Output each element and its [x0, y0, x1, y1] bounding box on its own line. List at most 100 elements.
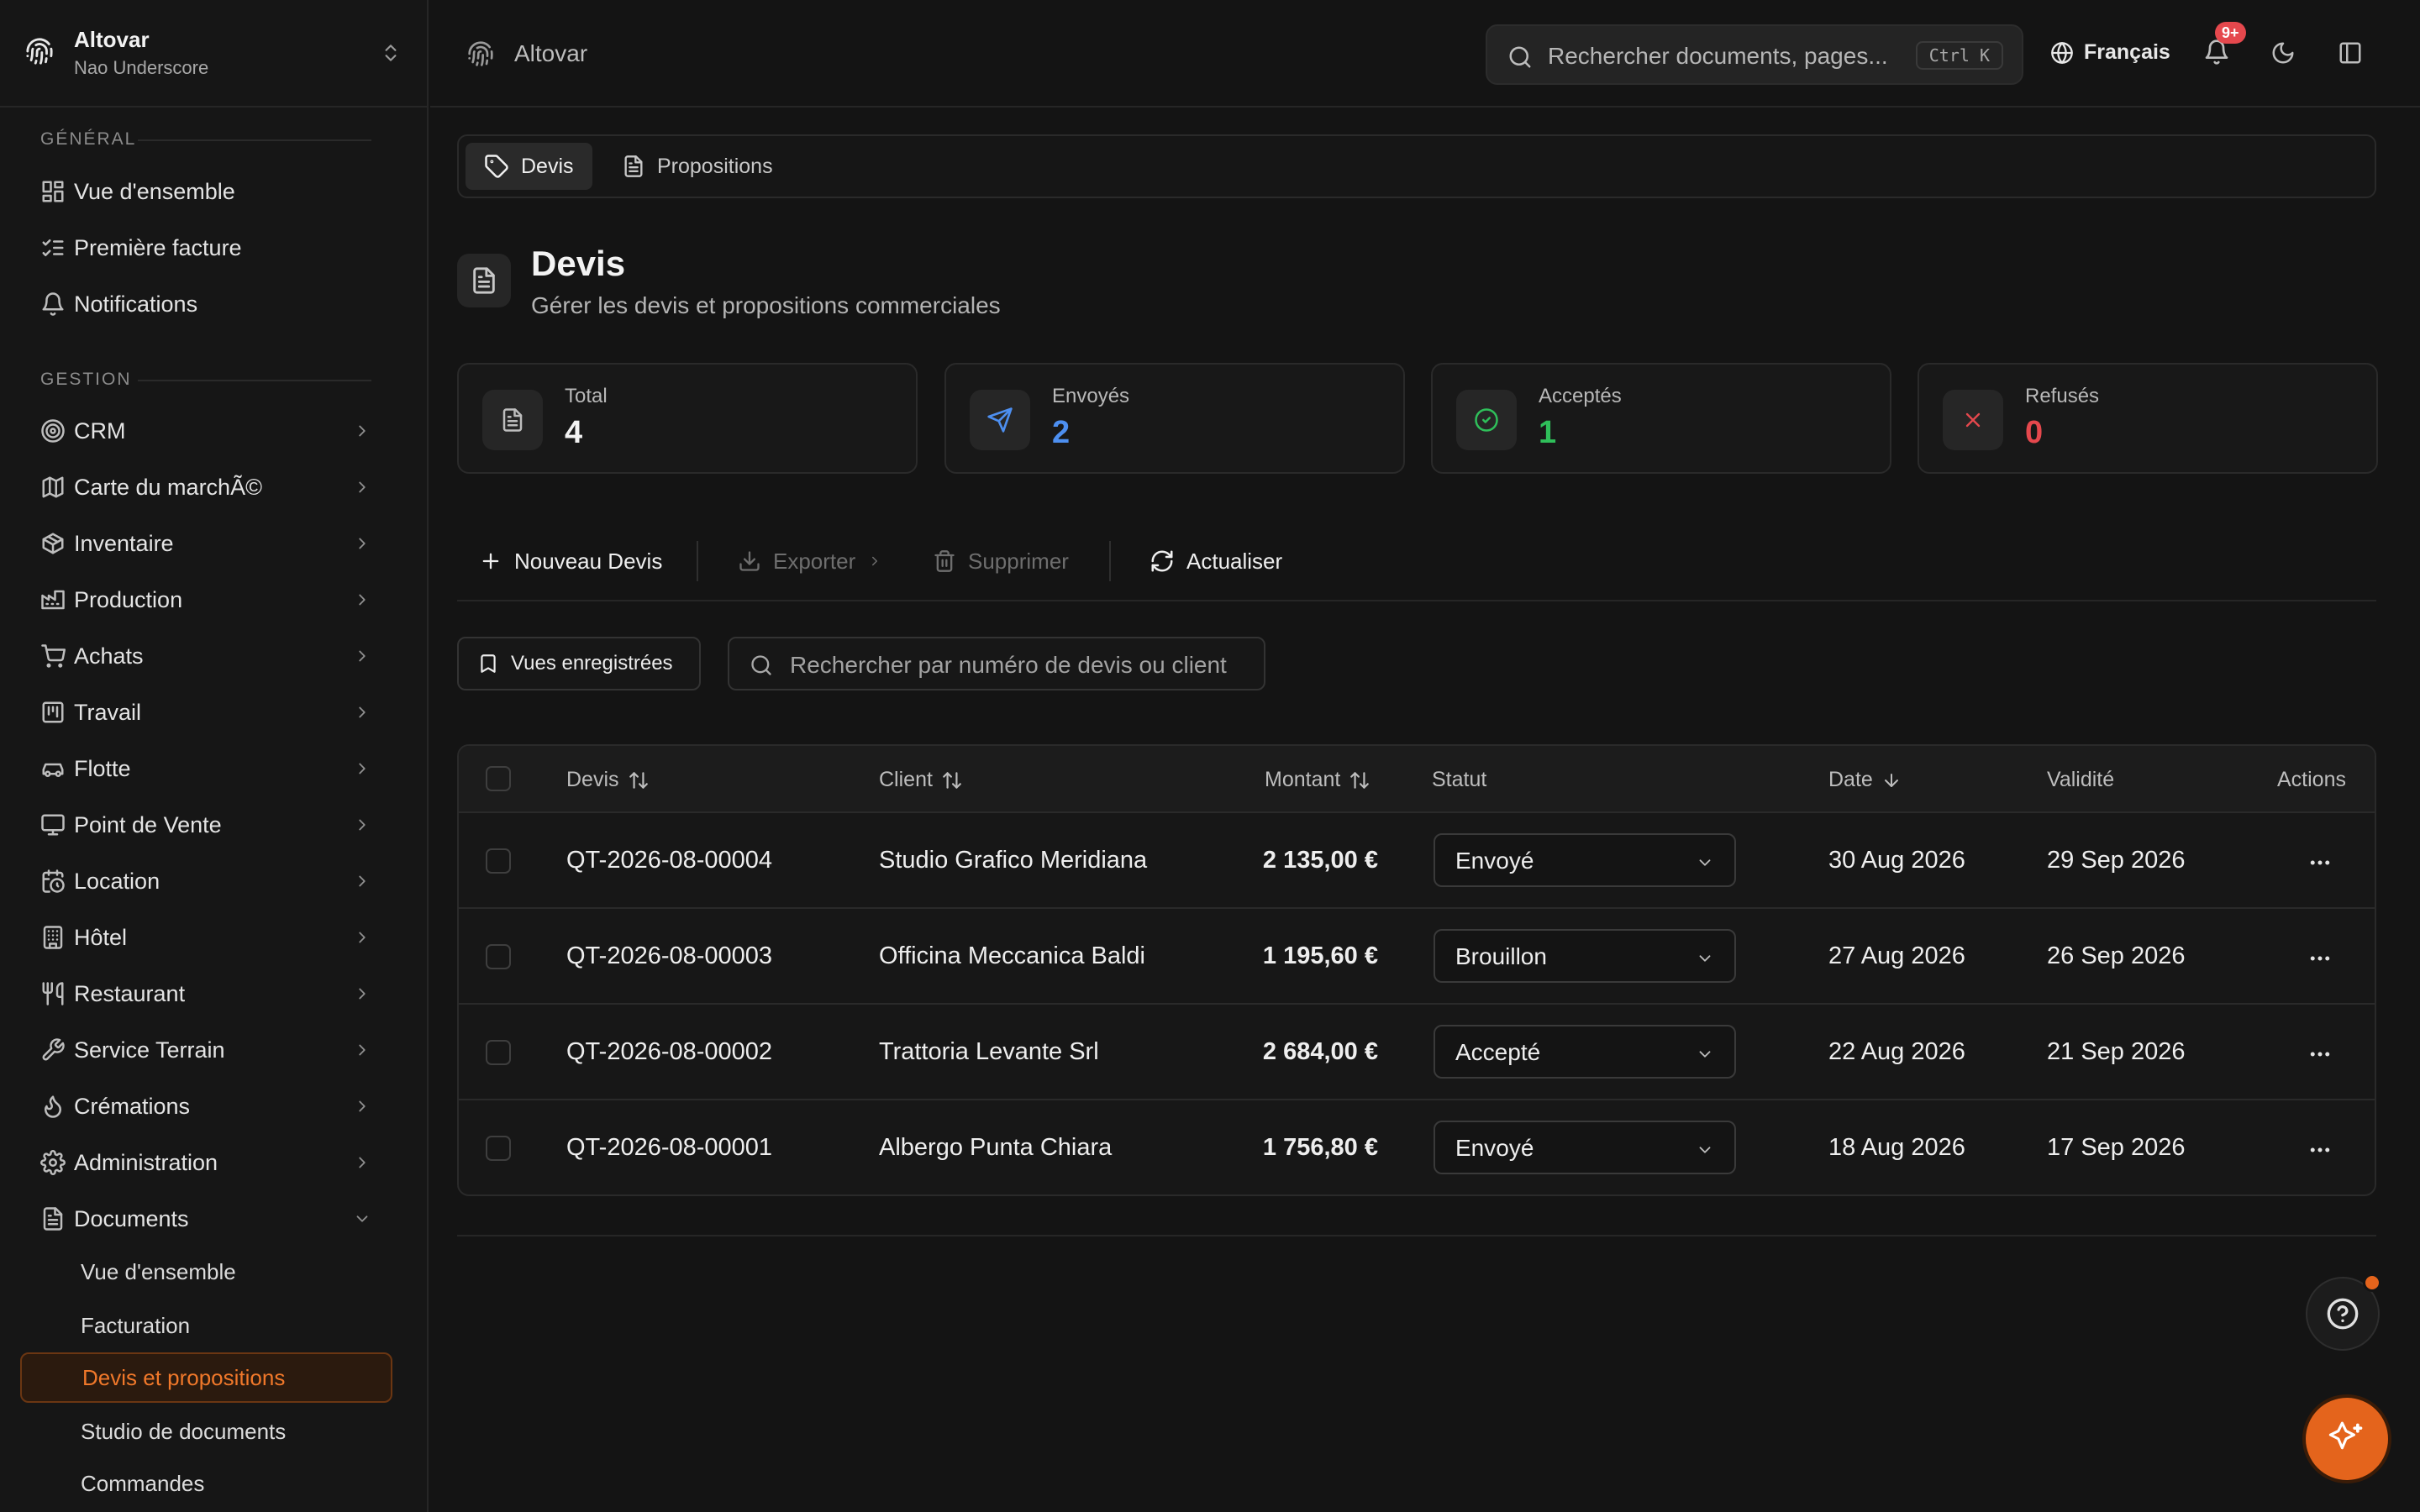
sort-icon: [1349, 769, 1370, 791]
stat-label: Envoyés: [1052, 385, 1130, 407]
row-checkbox[interactable]: [486, 1040, 511, 1065]
file-text-icon: [622, 155, 645, 178]
tab-propositions[interactable]: Propositions: [603, 143, 792, 190]
more-actions-icon[interactable]: [2307, 1137, 2333, 1163]
more-actions-icon[interactable]: [2307, 946, 2333, 971]
table-row[interactable]: QT-2026-08-00004 Studio Grafico Meridian…: [459, 813, 2375, 909]
status-select[interactable]: Envoyé: [1434, 833, 1736, 887]
workspace-user: Nao Underscore: [74, 57, 209, 78]
sidebar-item-first-invoice[interactable]: Première facture: [20, 223, 381, 272]
sidebar-item-production[interactable]: Production: [20, 575, 381, 624]
cart-icon: [20, 643, 74, 669]
more-actions-icon[interactable]: [2307, 1042, 2333, 1067]
cell-validite: 26 Sep 2026: [2047, 942, 2186, 969]
chevron-down-icon: [1696, 1141, 1714, 1159]
export-button[interactable]: Exporter: [738, 541, 882, 581]
chevron-down-icon: [1696, 949, 1714, 968]
export-label: Exporter: [773, 548, 856, 574]
sidebar-toggle-icon[interactable]: [2338, 40, 2363, 66]
section-title-general: GÉNÉRAL: [40, 129, 137, 149]
cell-date: 18 Aug 2026: [1828, 1134, 1965, 1161]
saved-views-button[interactable]: Vues enregistrées: [457, 637, 701, 690]
sidebar-subitem-invoicing[interactable]: Facturation: [20, 1300, 392, 1351]
chevrons-up-down-icon: [380, 42, 402, 64]
table-row[interactable]: QT-2026-08-00003 Officina Meccanica Bald…: [459, 909, 2375, 1005]
plus-icon: [479, 549, 502, 573]
sidebar-item-restaurant[interactable]: Restaurant: [20, 969, 381, 1018]
sidebar-item-administration[interactable]: Administration: [20, 1138, 381, 1187]
kanban-icon: [20, 700, 74, 725]
status-select[interactable]: Brouillon: [1434, 929, 1736, 983]
cell-date: 27 Aug 2026: [1828, 942, 1965, 969]
cell-client: Officina Meccanica Baldi: [879, 942, 1146, 969]
table-header: Devis Client Montant Statut Date Validit…: [459, 746, 2375, 813]
row-checkbox[interactable]: [486, 944, 511, 969]
moon-icon[interactable]: [2270, 40, 2296, 66]
sidebar-item-overview[interactable]: Vue d'ensemble: [20, 167, 381, 216]
sidebar-subitem-quotes[interactable]: Devis et propositions: [20, 1352, 392, 1403]
sidebar-item-cremations[interactable]: Crémations: [20, 1082, 381, 1131]
gear-icon: [20, 1150, 74, 1175]
trash-icon: [933, 549, 956, 573]
row-checkbox[interactable]: [486, 1136, 511, 1161]
sidebar-item-rental[interactable]: Location: [20, 857, 381, 906]
status-select[interactable]: Accepté: [1434, 1025, 1736, 1079]
table-row[interactable]: QT-2026-08-00002 Trattoria Levante Srl 2…: [459, 1005, 2375, 1100]
delete-button[interactable]: Supprimer: [933, 541, 1069, 581]
column-header-date[interactable]: Date: [1828, 768, 1902, 792]
app-breadcrumb[interactable]: Altovar: [514, 40, 587, 67]
bookmark-icon: [477, 653, 499, 675]
sidebar-item-hotel[interactable]: Hôtel: [20, 913, 381, 962]
shortcut-hint: Ctrl K: [1915, 41, 2003, 70]
sidebar-item-inventory[interactable]: Inventaire: [20, 519, 381, 568]
sidebar-item-notifications[interactable]: Notifications: [20, 280, 381, 328]
column-header-devis[interactable]: Devis: [566, 768, 650, 792]
sidebar-item-crm[interactable]: CRM: [20, 407, 381, 455]
topbar: Altovar Rechercher documents, pages... C…: [430, 0, 2420, 108]
more-actions-icon[interactable]: [2307, 850, 2333, 875]
cell-devis[interactable]: QT-2026-08-00001: [566, 1134, 772, 1162]
status-select[interactable]: Envoyé: [1434, 1121, 1736, 1174]
stat-label: Total: [565, 385, 608, 407]
sidebar-item-field-service[interactable]: Service Terrain: [20, 1026, 381, 1074]
cell-devis[interactable]: QT-2026-08-00003: [566, 942, 772, 970]
new-quote-button[interactable]: Nouveau Devis: [479, 541, 662, 581]
stat-value: 4: [565, 415, 583, 450]
sidebar-subitem-docs-overview[interactable]: Vue d'ensemble: [20, 1247, 392, 1297]
language-label: Français: [2084, 40, 2170, 64]
cell-validite: 29 Sep 2026: [2047, 847, 2186, 874]
sidebar-item-work[interactable]: Travail: [20, 688, 381, 737]
refresh-button[interactable]: Actualiser: [1150, 541, 1282, 581]
new-quote-label: Nouveau Devis: [514, 548, 663, 574]
column-header-client[interactable]: Client: [879, 768, 963, 792]
sidebar-item-fleet[interactable]: Flotte: [20, 744, 381, 793]
row-checkbox[interactable]: [486, 848, 511, 874]
column-header-montant[interactable]: Montant: [1265, 768, 1370, 792]
table-row[interactable]: QT-2026-08-00001 Albergo Punta Chiara 1 …: [459, 1100, 2375, 1194]
cell-devis[interactable]: QT-2026-08-00004: [566, 847, 772, 874]
arrow-down-icon: [1881, 770, 1902, 790]
chevron-right-icon: [353, 422, 371, 440]
checklist-icon: [20, 235, 74, 260]
sidebar-item-label: Inventaire: [74, 530, 174, 556]
cell-montant: 2 684,00 €: [1262, 1038, 1378, 1065]
cell-devis[interactable]: QT-2026-08-00002: [566, 1038, 772, 1066]
sidebar-item-point-of-sale[interactable]: Point de Vente: [20, 801, 381, 849]
sidebar-subitem-document-studio[interactable]: Studio de documents: [20, 1406, 392, 1457]
select-all-checkbox[interactable]: [486, 766, 511, 791]
stat-label: Acceptés: [1539, 385, 1622, 407]
column-header-actions: Actions: [2277, 768, 2346, 792]
global-search[interactable]: Rechercher documents, pages... Ctrl K: [1486, 24, 2023, 85]
sidebar-item-documents[interactable]: Documents: [20, 1194, 381, 1243]
workspace-switcher[interactable]: Altovar Nao Underscore: [0, 0, 429, 108]
sidebar-item-market-map[interactable]: Carte du marchÃ©: [20, 463, 381, 512]
tab-devis[interactable]: Devis: [466, 143, 592, 190]
sidebar-item-purchases[interactable]: Achats: [20, 632, 381, 680]
header-label: Actions: [2277, 768, 2346, 791]
sidebar-item-label: Achats: [74, 643, 144, 669]
sidebar-subitem-orders[interactable]: Commandes: [20, 1458, 392, 1509]
ai-assistant-button[interactable]: [2306, 1398, 2388, 1480]
chevron-down-icon: [1696, 853, 1714, 872]
language-selector[interactable]: Français: [2050, 40, 2170, 65]
quote-search-input[interactable]: Rechercher par numéro de devis ou client: [728, 637, 1265, 690]
